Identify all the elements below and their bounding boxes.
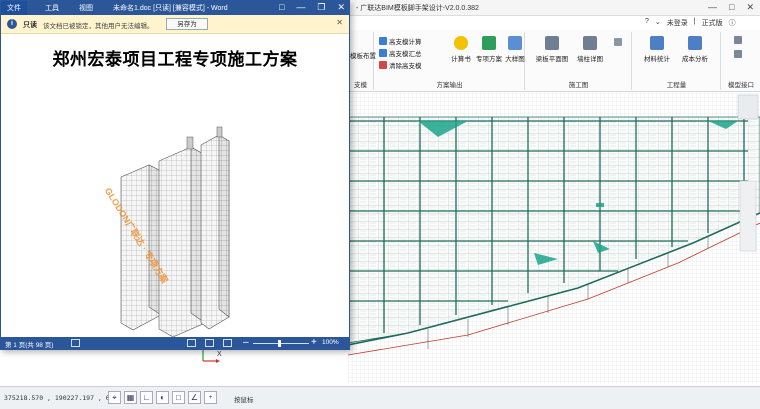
menu-view[interactable]: 视图 <box>79 3 93 13</box>
read-mode-icon[interactable] <box>187 339 196 347</box>
ribbon-group-output: 高支模计算 高支模汇总 清除高支模 计算书 专项方案 大样图 方案输出 <box>375 32 525 90</box>
zoom-level[interactable]: 100% <box>322 339 339 346</box>
minimize-icon[interactable]: — <box>708 2 717 13</box>
stats-icon <box>650 36 664 50</box>
proofing-icon[interactable] <box>71 339 80 347</box>
view-cube[interactable] <box>737 94 759 120</box>
group-label-construction-drawing: 施工图 <box>568 82 589 89</box>
edition-badge: 正式版 <box>701 20 723 27</box>
calc-icon <box>379 37 387 45</box>
axis-x-label: X <box>217 351 222 358</box>
summary-icon <box>379 49 387 57</box>
zoom-in-button[interactable]: + <box>311 337 317 348</box>
close-icon[interactable]: ✕ <box>337 2 345 13</box>
ribbon-group-quantity: 材料统计 成本分析 工程量 <box>633 32 721 90</box>
coordinate-readout: 375218.570 , 190227.197 , 0.00 <box>4 394 122 402</box>
ribbon-group-construction-drawing: 梁板平面图 墙柱详图 施工图 <box>526 32 632 90</box>
warning-icon <box>454 36 468 50</box>
tracking-icon[interactable]: ∠ <box>188 391 201 404</box>
chevron-down-icon[interactable]: ⌄ <box>655 18 661 28</box>
document-page[interactable]: 郑州宏泰项目工程专项施工方案 GLODON广联达 · 专项方案 <box>1 35 349 337</box>
beam-plan-button[interactable]: 梁板平面图 <box>534 36 570 63</box>
export-icon <box>734 36 742 44</box>
model-import-button[interactable] <box>734 50 742 58</box>
navigation-bar[interactable] <box>739 180 757 252</box>
model-export-button[interactable] <box>734 36 742 44</box>
snap-icon[interactable]: ⌖ <box>108 391 121 404</box>
print-layout-icon[interactable] <box>205 339 214 347</box>
option-icon <box>614 38 622 46</box>
building-illustration <box>120 126 230 337</box>
page-count: 第 1 页(共 98 页) <box>5 342 54 349</box>
word-title-bar: 文件 工具 视图 未命名1.doc [只读] [兼容模式] - Word □ —… <box>1 1 349 15</box>
lineweight-icon[interactable]: + <box>204 391 217 404</box>
readonly-message: 该文档已被锁定，其他用户无法编辑。 <box>43 23 154 30</box>
separator: | <box>693 18 696 25</box>
save-as-button[interactable]: 另存为 <box>166 18 208 30</box>
material-stats-button[interactable]: 材料统计 <box>639 36 675 63</box>
help-icon[interactable]: ? <box>645 18 649 28</box>
ribbon-toolbar: 模板布置 支模 高支模计算 高支模汇总 清除高支模 计算书 专项方案 大样图 方… <box>348 30 760 92</box>
object-snap-icon[interactable]: □ <box>172 391 185 404</box>
minimize-icon[interactable]: — <box>296 2 305 13</box>
document-name: 未命名1.doc [只读] [兼容模式] - Word <box>113 5 228 12</box>
readonly-info-bar: i 只读 该文档已被锁定，其他用户无法编辑。 另存为 ✕ <box>1 15 349 34</box>
formwork-layout-button[interactable]: 模板布置 <box>350 50 376 60</box>
group-label-formwork: 支模 <box>354 82 367 89</box>
column-icon <box>583 36 597 50</box>
zoom-slider[interactable] <box>253 343 309 344</box>
high-support-summary-button[interactable]: 高支模汇总 <box>379 48 422 58</box>
ortho-icon[interactable]: ∟ <box>140 391 153 404</box>
plan-icon <box>545 36 559 50</box>
group-label-quantity: 工程量 <box>666 82 687 89</box>
menu-file[interactable]: 文件 <box>1 1 27 15</box>
status-hint: 按鼠标 <box>234 397 254 404</box>
drawing-icon <box>508 36 522 50</box>
info-icon[interactable]: ⓘ <box>729 18 736 28</box>
word-window-controls: □ — ❐ ✕ <box>279 2 345 13</box>
menu-tools[interactable]: 工具 <box>45 3 59 13</box>
close-icon[interactable]: ✕ <box>336 18 343 27</box>
chart-icon <box>688 36 702 50</box>
formwork-elevation-drawing <box>348 93 760 383</box>
cad-status-bar: 375218.570 , 190227.197 , 0.00 ⌖ ▦ ∟ ◐ □… <box>0 386 760 409</box>
zoom-out-button[interactable]: – <box>243 337 249 348</box>
clear-high-support-button[interactable]: 清除高支模 <box>379 60 422 70</box>
document-title: 郑州宏泰项目工程专项施工方案 <box>52 50 298 70</box>
restore-icon[interactable]: □ <box>279 2 284 13</box>
zoom-slider-thumb[interactable] <box>278 340 281 347</box>
readonly-label: 只读 <box>23 22 37 29</box>
info-icon: i <box>7 19 17 29</box>
group-label-model-interface: 模型接口 <box>728 82 754 89</box>
import-icon <box>734 50 742 58</box>
axis-gizmo: X <box>200 348 222 364</box>
ribbon-group-model-interface: 模型接口 <box>722 32 760 90</box>
clear-icon <box>379 61 387 69</box>
login-link[interactable]: 未登录 <box>667 18 688 28</box>
close-icon[interactable]: ✕ <box>746 2 754 13</box>
group-label-output: 方案输出 <box>436 82 463 89</box>
maximize-icon[interactable]: □ <box>729 2 734 13</box>
maximize-icon[interactable]: ❐ <box>317 2 325 13</box>
polar-icon[interactable]: ◐ <box>156 391 169 404</box>
ribbon-group-formwork: 模板布置 支模 <box>348 32 376 90</box>
cad-app-title: - 广联达BIM模板脚手架设计-V2.0.0.382 <box>356 5 479 12</box>
document-icon <box>482 36 496 50</box>
user-bar: ? ⌄ 未登录 | 正式版 ⓘ <box>645 18 736 28</box>
drawing-option-button[interactable] <box>614 38 622 46</box>
cost-analysis-button[interactable]: 成本分析 <box>677 36 713 63</box>
word-window: 文件 工具 视图 未命名1.doc [只读] [兼容模式] - Word □ —… <box>0 0 350 350</box>
wall-column-button[interactable]: 墙柱详图 <box>572 36 608 63</box>
high-support-calc-button[interactable]: 高支模计算 <box>379 36 422 46</box>
web-layout-icon[interactable] <box>223 339 232 347</box>
word-status-bar: 第 1 页(共 98 页) – + 100% <box>1 337 349 350</box>
cad-drawing-canvas[interactable] <box>348 93 760 383</box>
grid-icon[interactable]: ▦ <box>124 391 137 404</box>
cad-window-controls: — □ ✕ <box>708 2 754 13</box>
